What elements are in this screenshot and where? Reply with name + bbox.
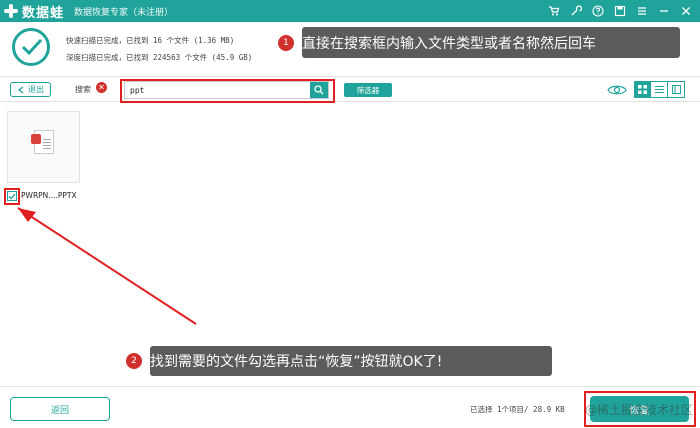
toolbar: 退出 搜索 ✕ 筛选器 [0, 76, 700, 103]
app-window: 数据蛙 数据恢复专家（未注册） 快速扫描已完成，已找到 16 个文件 (1.36… [0, 0, 700, 428]
cart-icon[interactable] [546, 3, 562, 19]
list-view-button[interactable] [651, 81, 668, 98]
file-grid: PWRPN....PPTX [0, 103, 700, 386]
callout-number: 1 [278, 34, 294, 51]
search-label: 搜索 [75, 85, 91, 94]
bottom-bar: 返回 已选择 1个项目/ 28.9 KB 恢复 @稀土掘金技术社区 [0, 386, 700, 428]
scan-complete-check-icon [12, 28, 50, 66]
callout-text: 找到需要的文件勾选再点击“恢复”按钮就OK了! [150, 354, 443, 370]
window-title: 数据恢复专家（未注册） [74, 7, 174, 18]
list-icon [654, 86, 664, 93]
callout-number: 2 [126, 353, 142, 369]
callout-step-1: 1 直接在搜索框内输入文件类型或者名称然后回车 [278, 27, 680, 58]
checkbox-highlight-box [4, 188, 20, 205]
pptx-file-icon [31, 130, 54, 154]
file-thumbnail[interactable] [7, 111, 80, 183]
title-actions [546, 3, 694, 19]
logo-name: 数据蛙 [22, 5, 65, 21]
return-button[interactable]: 返回 [10, 397, 110, 421]
app-logo: 数据蛙 [4, 2, 64, 21]
ppt-badge [31, 134, 41, 144]
clear-search-icon[interactable]: ✕ [96, 82, 107, 93]
close-window-icon[interactable] [678, 3, 694, 19]
filter-button[interactable]: 筛选器 [344, 83, 392, 97]
grid-icon [638, 85, 647, 94]
exit-label: 退出 [28, 85, 44, 94]
save-icon[interactable] [612, 3, 628, 19]
callout-text: 直接在搜索框内输入文件类型或者名称然后回车 [302, 35, 596, 52]
columns-icon [671, 85, 681, 94]
menu-icon[interactable] [634, 3, 650, 19]
file-name: PWRPN....PPTX [21, 191, 77, 200]
selection-info: 已选择 1个项目/ 28.9 KB [470, 405, 565, 414]
view-mode-switcher [634, 81, 685, 98]
help-icon[interactable] [590, 3, 606, 19]
logo-cross-icon [4, 4, 18, 18]
watermark: @稀土掘金技术社区 [585, 403, 694, 417]
eye-icon[interactable] [607, 83, 627, 97]
title-bar: 数据蛙 数据恢复专家（未注册） [0, 0, 700, 22]
callout-step-2: 2 找到需要的文件勾选再点击“恢复”按钮就OK了! [126, 346, 552, 376]
detail-view-button[interactable] [668, 81, 685, 98]
grid-view-button[interactable] [634, 81, 651, 98]
deep-scan-status: 深度扫描已完成，已找到 224563 个文件 (45.9 GB) [66, 53, 253, 62]
settings-icon[interactable] [568, 3, 584, 19]
quick-scan-status: 快速扫描已完成，已找到 16 个文件 (1.36 MB) [66, 36, 235, 45]
search-highlight-box [120, 79, 335, 103]
exit-button[interactable]: 退出 [10, 82, 51, 97]
arrow-left-icon [18, 86, 24, 93]
minimize-icon[interactable] [656, 3, 672, 19]
